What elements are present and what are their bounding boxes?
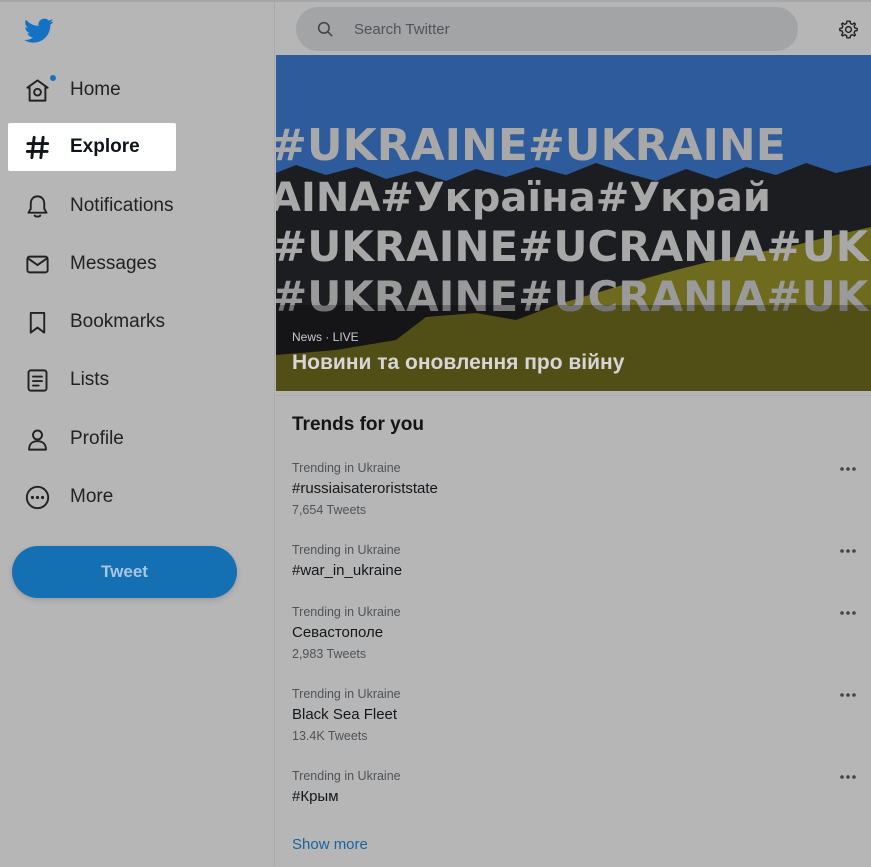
trend-context: Trending in Ukraine (292, 543, 401, 557)
sidebar-item-notifications[interactable]: Notifications (8, 182, 174, 230)
trends-heading: Trends for you (292, 414, 424, 435)
trend-item[interactable]: Trending in Ukraine Севастополе 2,983 Tw… (292, 605, 856, 661)
sidebar: Home Explore Notifications Messages Book… (0, 2, 275, 867)
trend-name: #russiaisateroriststate (292, 480, 438, 497)
trend-item[interactable]: Trending in Ukraine #Крым (292, 769, 856, 805)
show-more-link[interactable]: Show more (292, 836, 368, 853)
more-options-icon[interactable] (838, 463, 858, 475)
trend-context: Trending in Ukraine (292, 605, 401, 619)
trend-context: Trending in Ukraine (292, 769, 401, 783)
hero-image: #UKRAINE#UKRAINE AINA#Україна#Украй #UKR… (276, 55, 871, 391)
more-options-icon[interactable] (838, 545, 858, 557)
tweet-button[interactable]: Tweet (12, 546, 237, 598)
hero-category: News · LIVE (292, 330, 359, 344)
trend-name: #war_in_ukraine (292, 562, 403, 579)
list-icon (22, 365, 52, 395)
main-column: Search Twitter #UKRAINE#UKRAINE AINA#Укр… (276, 2, 871, 867)
sidebar-item-home[interactable]: Home (8, 66, 121, 114)
search-icon (317, 21, 333, 37)
trend-count: 2,983 Tweets (292, 647, 367, 661)
divider (276, 395, 871, 396)
sidebar-item-label: Messages (70, 253, 157, 274)
gear-icon[interactable] (838, 19, 859, 40)
trend-item[interactable]: Trending in Ukraine #war_in_ukraine (292, 543, 856, 579)
bookmark-icon (22, 307, 52, 337)
trend-item[interactable]: Trending in Ukraine Black Sea Fleet 13.4… (292, 687, 856, 743)
sidebar-item-label: Bookmarks (70, 311, 166, 332)
sidebar-item-label: Explore (70, 136, 140, 157)
sidebar-item-messages[interactable]: Messages (8, 240, 157, 288)
sidebar-item-bookmarks[interactable]: Bookmarks (8, 298, 165, 346)
sidebar-item-label: Notifications (70, 195, 174, 216)
search-input[interactable]: Search Twitter (296, 7, 798, 51)
hero-line: AINA#Україна#Украй (276, 175, 771, 221)
hashtag-icon (22, 132, 52, 162)
hero-line: #UKRAINE#UKRAINE (276, 120, 786, 171)
trend-name: Black Sea Fleet (292, 706, 398, 723)
twitter-logo-icon[interactable] (24, 18, 54, 44)
sidebar-item-label: More (70, 486, 114, 507)
news-hero-card[interactable]: #UKRAINE#UKRAINE AINA#Україна#Украй #UKR… (276, 55, 871, 391)
trend-item[interactable]: Trending in Ukraine #russiaisateroristst… (292, 461, 856, 517)
person-icon (22, 424, 52, 454)
more-options-icon[interactable] (838, 607, 858, 619)
trend-name: #Крым (292, 788, 339, 805)
sidebar-item-label: Home (70, 79, 121, 100)
hero-title: Новини та оновлення про війну (292, 351, 625, 374)
sidebar-item-explore[interactable]: Explore (8, 123, 176, 171)
sidebar-item-more[interactable]: More (8, 473, 113, 521)
trend-name: Севастополе (292, 624, 384, 641)
bell-icon (22, 191, 52, 221)
trend-count: 13.4K Tweets (292, 729, 368, 743)
more-options-icon[interactable] (838, 689, 858, 701)
notification-dot (49, 74, 57, 82)
sidebar-item-lists[interactable]: Lists (8, 356, 109, 404)
sidebar-item-label: Lists (70, 369, 110, 390)
more-options-icon[interactable] (838, 771, 858, 783)
hero-line: #UKRAINE#UCRANIA#UKRAI (276, 222, 871, 271)
home-icon (22, 75, 52, 105)
mail-icon (22, 249, 52, 279)
search-placeholder: Search Twitter (354, 20, 450, 38)
sidebar-item-profile[interactable]: Profile (8, 415, 124, 463)
trend-context: Trending in Ukraine (292, 461, 401, 475)
sidebar-item-label: Profile (70, 428, 124, 449)
trend-context: Trending in Ukraine (292, 687, 401, 701)
trend-count: 7,654 Tweets (292, 503, 367, 517)
more-circle-icon (22, 482, 52, 512)
